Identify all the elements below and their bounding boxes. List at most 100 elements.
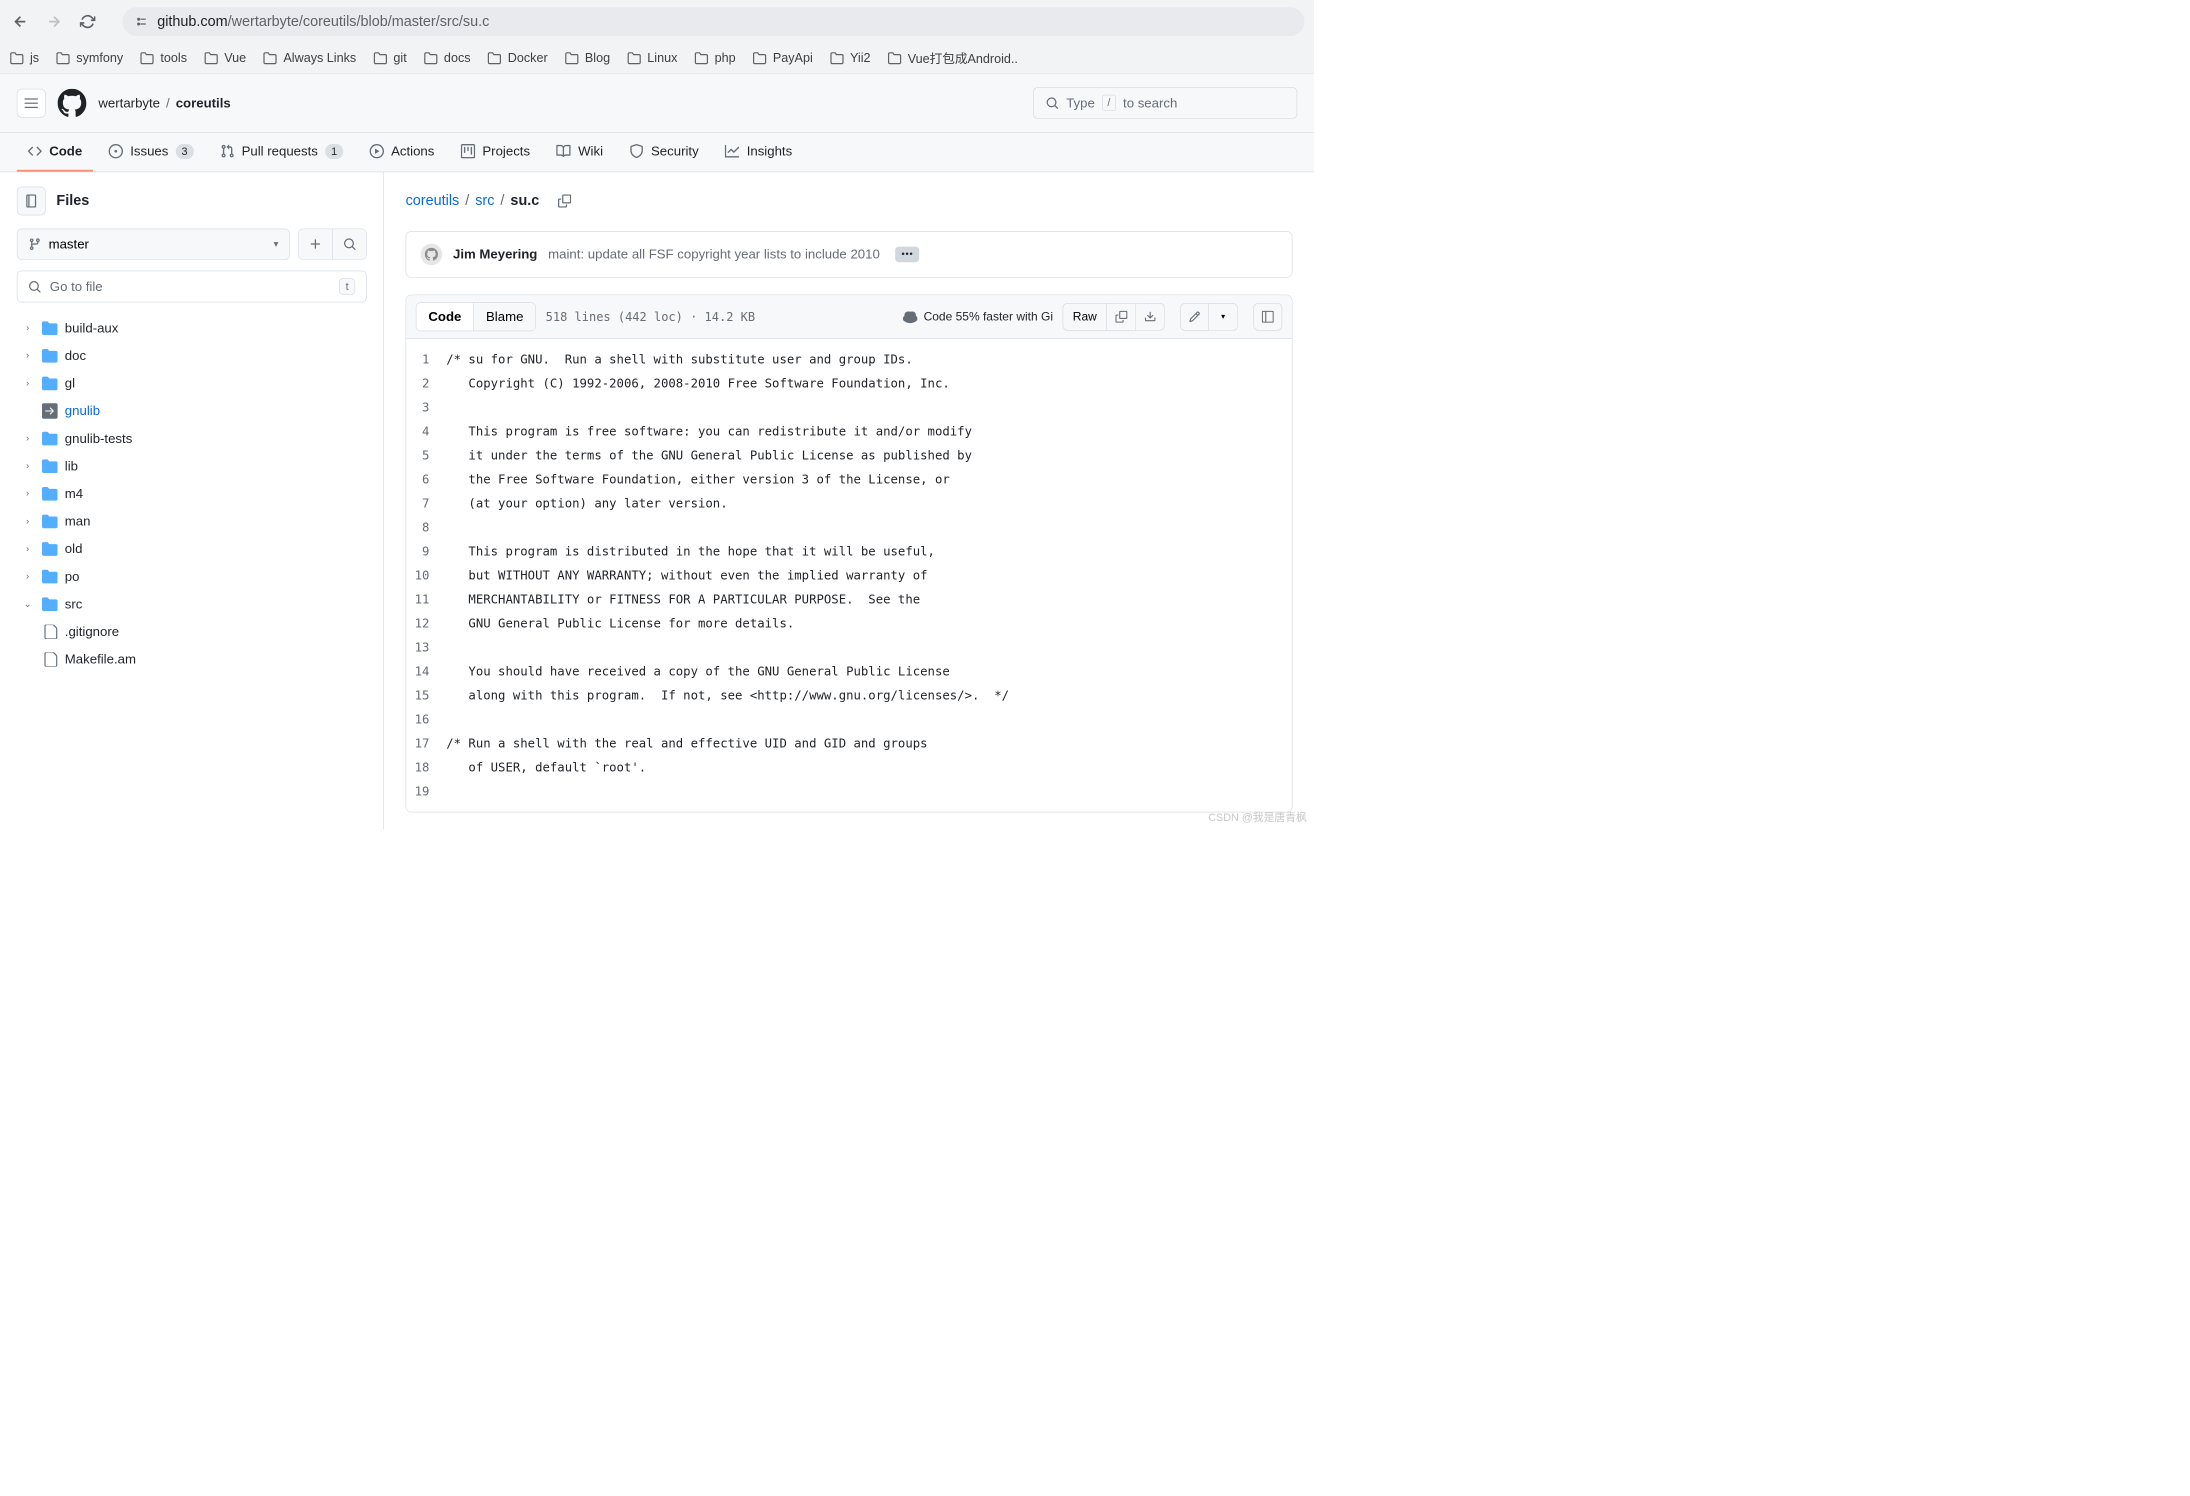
source-line[interactable]: of USER, default `root'. bbox=[446, 755, 1009, 779]
tree-item-build-aux[interactable]: ›build-aux bbox=[17, 314, 367, 342]
source-line[interactable]: This program is free software: you can r… bbox=[446, 419, 1009, 443]
tree-item-.gitignore[interactable]: .gitignore bbox=[40, 618, 367, 646]
raw-button[interactable]: Raw bbox=[1063, 303, 1107, 331]
hamburger-menu-button[interactable] bbox=[17, 89, 46, 118]
line-number[interactable]: 14 bbox=[415, 659, 430, 683]
source-line[interactable]: MERCHANTABILITY or FITNESS FOR A PARTICU… bbox=[446, 587, 1009, 611]
source-line[interactable]: along with this program. If not, see <ht… bbox=[446, 683, 1009, 707]
repo-name-link[interactable]: coreutils bbox=[176, 95, 231, 111]
source-line[interactable]: (at your option) any later version. bbox=[446, 491, 1009, 515]
source-line[interactable]: You should have received a copy of the G… bbox=[446, 659, 1009, 683]
bookmark-item[interactable]: Vue打包成Android.. bbox=[887, 49, 1018, 67]
line-number[interactable]: 3 bbox=[415, 395, 430, 419]
tree-item-src[interactable]: ⌄src bbox=[17, 590, 367, 618]
search-input[interactable]: Type / to search bbox=[1033, 87, 1297, 119]
source-line[interactable]: Copyright (C) 1992-2006, 2008-2010 Free … bbox=[446, 371, 1009, 395]
tree-item-gnulib[interactable]: gnulib bbox=[17, 397, 367, 425]
bookmark-item[interactable]: php bbox=[694, 51, 735, 65]
source-line[interactable]: but WITHOUT ANY WARRANTY; without even t… bbox=[446, 563, 1009, 587]
tree-item-lib[interactable]: ›lib bbox=[17, 452, 367, 480]
branch-select[interactable]: master ▾ bbox=[17, 229, 290, 260]
tab-code[interactable]: Code bbox=[17, 133, 93, 172]
copy-button[interactable] bbox=[1107, 303, 1136, 331]
add-file-button[interactable] bbox=[299, 229, 333, 259]
commit-more-button[interactable]: ••• bbox=[895, 247, 919, 263]
line-number[interactable]: 5 bbox=[415, 443, 430, 467]
url-bar[interactable]: github.com/wertarbyte/coreutils/blob/mas… bbox=[122, 7, 1304, 36]
line-number[interactable]: 4 bbox=[415, 419, 430, 443]
line-number[interactable]: 8 bbox=[415, 515, 430, 539]
line-number[interactable]: 6 bbox=[415, 467, 430, 491]
tab-pull-requests[interactable]: Pull requests 1 bbox=[209, 133, 354, 172]
source-line[interactable]: This program is distributed in the hope … bbox=[446, 539, 1009, 563]
bookmark-item[interactable]: Yii2 bbox=[830, 51, 871, 65]
download-button[interactable] bbox=[1136, 303, 1165, 331]
avatar[interactable] bbox=[421, 244, 443, 266]
line-number[interactable]: 1 bbox=[415, 347, 430, 371]
source-line[interactable] bbox=[446, 395, 1009, 419]
bookmark-item[interactable]: Docker bbox=[487, 51, 547, 65]
file-filter-input[interactable]: Go to file t bbox=[17, 271, 367, 303]
bookmark-item[interactable]: Always Links bbox=[263, 51, 356, 65]
tree-item-man[interactable]: ›man bbox=[17, 508, 367, 536]
breadcrumb-dir[interactable]: src bbox=[475, 193, 494, 210]
bookmark-item[interactable]: js bbox=[10, 51, 40, 65]
tree-item-po[interactable]: ›po bbox=[17, 563, 367, 591]
line-number[interactable]: 17 bbox=[415, 731, 430, 755]
repo-owner-link[interactable]: wertarbyte bbox=[98, 95, 160, 111]
tree-item-old[interactable]: ›old bbox=[17, 535, 367, 563]
line-number[interactable]: 2 bbox=[415, 371, 430, 395]
reload-button[interactable] bbox=[77, 11, 99, 33]
source-line[interactable]: it under the terms of the GNU General Pu… bbox=[446, 443, 1009, 467]
tab-security[interactable]: Security bbox=[619, 133, 710, 172]
source-line[interactable] bbox=[446, 635, 1009, 659]
tree-item-Makefile.am[interactable]: Makefile.am bbox=[40, 646, 367, 674]
back-button[interactable] bbox=[10, 11, 32, 33]
edit-menu-button[interactable]: ▾ bbox=[1209, 303, 1238, 331]
line-number[interactable]: 18 bbox=[415, 755, 430, 779]
tab-wiki[interactable]: Wiki bbox=[546, 133, 614, 172]
line-number[interactable]: 16 bbox=[415, 707, 430, 731]
bookmark-item[interactable]: git bbox=[373, 51, 407, 65]
bookmark-item[interactable]: PayApi bbox=[752, 51, 812, 65]
source-line[interactable] bbox=[446, 707, 1009, 731]
bookmark-item[interactable]: Vue bbox=[204, 51, 246, 65]
bookmark-item[interactable]: Linux bbox=[627, 51, 678, 65]
line-number[interactable]: 12 bbox=[415, 611, 430, 635]
github-logo-icon[interactable] bbox=[58, 89, 87, 118]
line-number[interactable]: 15 bbox=[415, 683, 430, 707]
toggle-sidebar-button[interactable] bbox=[17, 187, 46, 216]
blame-tab-button[interactable]: Blame bbox=[473, 303, 535, 331]
tab-insights[interactable]: Insights bbox=[714, 133, 803, 172]
bookmark-item[interactable]: symfony bbox=[56, 51, 123, 65]
forward-button[interactable] bbox=[43, 11, 65, 33]
bookmark-item[interactable]: Blog bbox=[564, 51, 610, 65]
source-code[interactable]: /* su for GNU. Run a shell with substitu… bbox=[446, 339, 1009, 812]
line-number[interactable]: 7 bbox=[415, 491, 430, 515]
source-line[interactable]: the Free Software Foundation, either ver… bbox=[446, 467, 1009, 491]
line-number[interactable]: 10 bbox=[415, 563, 430, 587]
line-number[interactable]: 13 bbox=[415, 635, 430, 659]
tree-item-gnulib-tests[interactable]: ›gnulib-tests bbox=[17, 425, 367, 453]
source-line[interactable]: /* su for GNU. Run a shell with substitu… bbox=[446, 347, 1009, 371]
copy-path-button[interactable] bbox=[552, 189, 576, 213]
symbols-button[interactable] bbox=[1253, 303, 1282, 331]
site-info-icon[interactable] bbox=[134, 14, 148, 28]
bookmark-item[interactable]: tools bbox=[140, 51, 187, 65]
source-line[interactable] bbox=[446, 515, 1009, 539]
tab-actions[interactable]: Actions bbox=[359, 133, 445, 172]
edit-button[interactable] bbox=[1180, 303, 1209, 331]
line-number[interactable]: 11 bbox=[415, 587, 430, 611]
tree-item-gl[interactable]: ›gl bbox=[17, 370, 367, 398]
code-tab-button[interactable]: Code bbox=[416, 303, 473, 331]
source-line[interactable]: /* Run a shell with the real and effecti… bbox=[446, 731, 1009, 755]
breadcrumb-root[interactable]: coreutils bbox=[406, 193, 460, 210]
bookmark-item[interactable]: docs bbox=[424, 51, 471, 65]
source-line[interactable] bbox=[446, 779, 1009, 803]
tab-issues[interactable]: Issues 3 bbox=[98, 133, 205, 172]
line-number[interactable]: 9 bbox=[415, 539, 430, 563]
tab-projects[interactable]: Projects bbox=[450, 133, 541, 172]
copilot-hint[interactable]: Code 55% faster with Gi bbox=[903, 310, 1053, 324]
source-line[interactable]: GNU General Public License for more deta… bbox=[446, 611, 1009, 635]
commit-author[interactable]: Jim Meyering bbox=[453, 247, 537, 263]
